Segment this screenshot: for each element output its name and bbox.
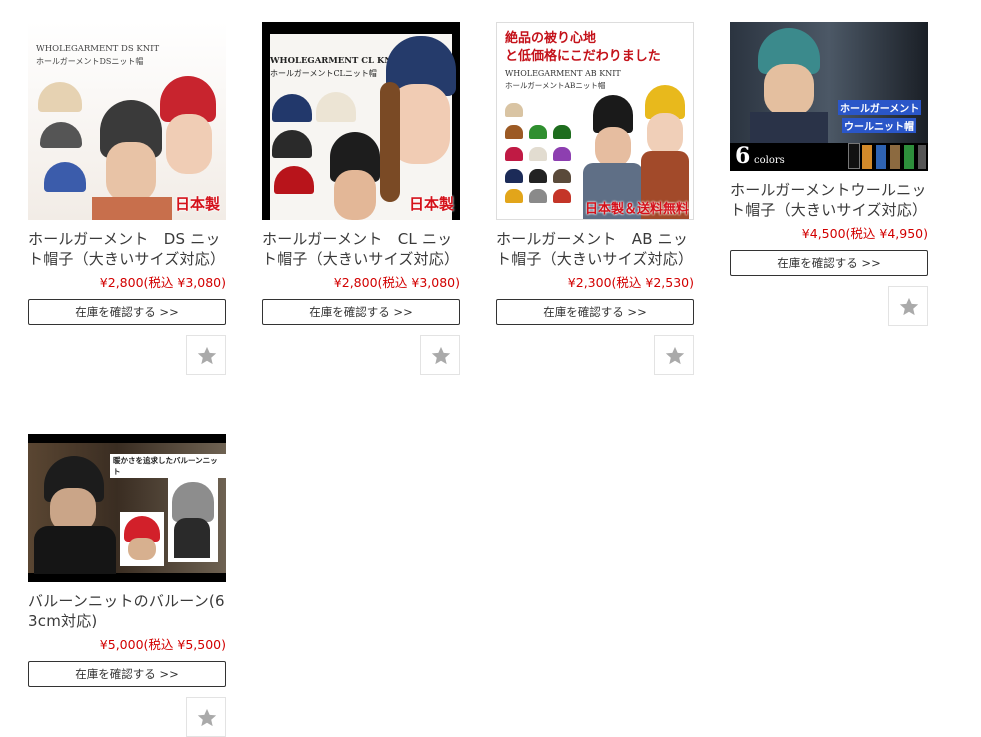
product-price: ¥2,800(税込 ¥3,080) [333,275,460,290]
image-caption: colors [754,155,785,166]
image-caption: 6 [735,143,751,169]
favorite-button[interactable] [654,335,694,375]
star-icon [899,297,919,316]
check-stock-button[interactable]: 在庫を確認する >> [28,661,226,687]
image-caption: ホールガーメント [838,100,922,115]
image-badge: 日本製 [174,195,220,213]
product-grid: WHOLEGARMENT DS KNIT ホールガーメントDSニット帽 日本製 … [0,0,981,737]
image-caption: 絶品の被り心地 [505,31,597,46]
product-image[interactable]: ホールガーメント ウールニット帽 6 colors [730,22,928,171]
check-stock-button[interactable]: 在庫を確認する >> [496,299,694,325]
image-caption: WHOLEGARMENT AB KNIT [505,69,621,78]
image-caption: ホールガーメントCLニット帽 [270,69,377,78]
product-price: ¥5,000(税込 ¥5,500) [99,637,226,652]
product-image[interactable]: 暖かさを追求したバルーンニット [28,434,226,582]
favorite-button[interactable] [186,335,226,375]
product-name-link[interactable]: ホールガーメント AB ニット帽子（大きいサイズ対応） [496,229,694,269]
check-stock-button[interactable]: 在庫を確認する >> [262,299,460,325]
star-icon [197,346,217,365]
product-name-link[interactable]: ホールガーメント DS ニット帽子（大きいサイズ対応） [28,229,226,269]
product-image[interactable]: WHOLEGARMENT DS KNIT ホールガーメントDSニット帽 日本製 [28,22,226,220]
check-stock-button[interactable]: 在庫を確認する >> [730,250,928,276]
image-caption: ウールニット帽 [842,118,916,133]
image-caption: WHOLEGARMENT DS KNIT [36,44,160,54]
product-image[interactable]: WHOLEGARMENT CL KNIT ホールガーメントCLニット帽 日本製 [262,22,460,220]
product-price: ¥4,500(税込 ¥4,950) [801,226,928,241]
product-card: WHOLEGARMENT CL KNIT ホールガーメントCLニット帽 日本製 … [262,22,460,375]
product-price: ¥2,800(税込 ¥3,080) [99,275,226,290]
image-caption: ホールガーメントABニット帽 [505,81,606,90]
image-caption: と低価格にこだわりました [505,49,661,64]
image-badge: 日本製＆送料無料 [584,202,689,217]
product-card: 絶品の被り心地 と低価格にこだわりました WHOLEGARMENT AB KNI… [496,22,694,375]
check-stock-button[interactable]: 在庫を確認する >> [28,299,226,325]
product-card: 暖かさを追求したバルーンニット バルーンニットのバルーン(63cm対応) ¥5,… [28,434,226,737]
favorite-button[interactable] [186,697,226,737]
star-icon [197,708,217,727]
image-badge: 日本製 [408,195,454,213]
product-card: WHOLEGARMENT DS KNIT ホールガーメントDSニット帽 日本製 … [28,22,226,375]
image-caption: ホールガーメントDSニット帽 [36,57,144,66]
image-caption: 暖かさを追求したバルーンニット [110,454,226,478]
star-icon [431,346,451,365]
product-price: ¥2,300(税込 ¥2,530) [567,275,694,290]
product-name-link[interactable]: ホールガーメント CL ニット帽子（大きいサイズ対応） [262,229,460,269]
product-card: ホールガーメント ウールニット帽 6 colors ホールガーメントウールニット… [730,22,928,326]
favorite-button[interactable] [420,335,460,375]
product-name-link[interactable]: バルーンニットのバルーン(63cm対応) [28,591,226,631]
product-image[interactable]: 絶品の被り心地 と低価格にこだわりました WHOLEGARMENT AB KNI… [496,22,694,220]
favorite-button[interactable] [888,286,928,326]
product-name-link[interactable]: ホールガーメントウールニット帽子（大きいサイズ対応） [730,180,928,220]
star-icon [665,346,685,365]
image-caption: WHOLEGARMENT CL KNIT [270,56,403,66]
